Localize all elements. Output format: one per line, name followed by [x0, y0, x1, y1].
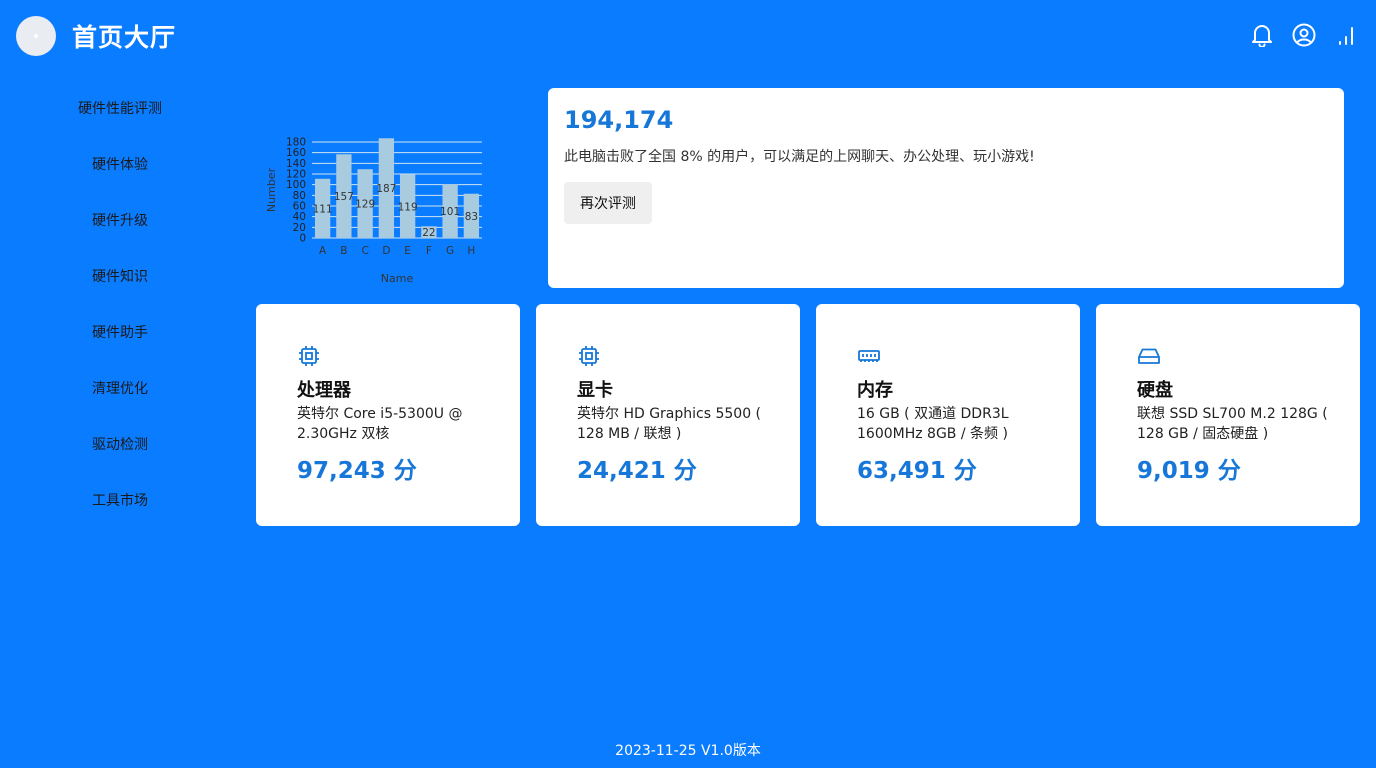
chart-x-tick-label: F — [426, 245, 432, 257]
gpu-card[interactable]: 显卡 英特尔 HD Graphics 5500 ( 128 MB / 联想 ) … — [536, 304, 800, 526]
avatar[interactable] — [16, 16, 56, 56]
chart-x-tick-label: E — [404, 245, 411, 257]
sidebar-item-driver-check[interactable]: 驱动检测 — [0, 416, 240, 472]
hardware-score: 63,491 分 — [857, 458, 977, 484]
hardware-score: 97,243 分 — [297, 458, 417, 484]
sidebar-item-tool-market[interactable]: 工具市场 — [0, 472, 240, 528]
chart-data-label: 129 — [355, 199, 375, 211]
sidebar-item-upgrade[interactable]: 硬件升级 — [0, 192, 240, 248]
score-bar-chart: 0 20 40 60 80 100 120 140 160 180 111 A 157 B 129 C 187 D… — [262, 130, 498, 296]
disk-card[interactable]: 硬盘 联想 SSD SL700 M.2 128G ( 128 GB / 固态硬盘… — [1096, 304, 1360, 526]
header-actions — [1250, 22, 1358, 48]
hardware-detail: 英特尔 HD Graphics 5500 ( 128 MB / 联想 ) — [577, 406, 762, 442]
chart-y-tick-label: 20 — [293, 222, 306, 234]
cpu-icon — [297, 344, 321, 368]
hardware-detail: 英特尔 Core i5-5300U @ 2.30GHz 双核 — [297, 406, 463, 442]
chart-x-tick-label: D — [382, 245, 390, 257]
page-title: 首页大厅 — [72, 23, 177, 52]
sidebar-item-knowledge[interactable]: 硬件知识 — [0, 248, 240, 304]
chart-data-label: 101 — [440, 206, 460, 218]
chart-x-tick-label: B — [340, 245, 347, 257]
sidebar-item-performance-test[interactable]: 硬件性能评测 — [0, 80, 240, 136]
hardware-name: 硬盘 — [1137, 380, 1173, 401]
hardware-name: 内存 — [857, 380, 893, 401]
version-footer: 2023-11-25 V1.0版本 — [615, 743, 761, 759]
chart-data-label: 187 — [376, 183, 396, 195]
chart-y-tick-label: 120 — [286, 169, 306, 181]
chart-y-tick-label: 100 — [286, 179, 306, 191]
sidebar-nav: 硬件性能评测 硬件体验 硬件升级 硬件知识 硬件助手 清理优化 驱动检测 工具市… — [0, 80, 240, 528]
signal-icon[interactable] — [1334, 22, 1358, 48]
chart-data-label: 119 — [398, 201, 418, 213]
chart-data-label: 111 — [313, 203, 333, 215]
hardware-detail: 联想 SSD SL700 M.2 128G ( 128 GB / 固态硬盘 ) — [1137, 406, 1328, 442]
chart-y-tick-label: 0 — [299, 233, 306, 245]
chart-x-axis-label: Name — [381, 272, 414, 285]
chart-y-axis-label: Number — [265, 167, 278, 212]
avatar-dot — [34, 34, 38, 38]
chart-y-tick-label: 160 — [286, 147, 306, 159]
memory-card[interactable]: 内存 16 GB ( 双通道 DDR3L 1600MHz 8GB / 条频 ) … — [816, 304, 1080, 526]
retest-button[interactable]: 再次评测 — [564, 182, 652, 224]
chart-y-tick-label: 80 — [293, 190, 306, 202]
score-card: 194,174 此电脑击败了全国 8% 的用户，可以满足的上网聊天、办公处理、玩… — [548, 88, 1344, 288]
sidebar-item-assistant[interactable]: 硬件助手 — [0, 304, 240, 360]
hardware-name: 处理器 — [297, 380, 351, 401]
chart-svg: 020406080100120140160180 111 A 157 B 129 C 187 D… — [265, 137, 482, 285]
hardware-score: 24,421 分 — [577, 458, 697, 484]
hardware-detail: 16 GB ( 双通道 DDR3L 1600MHz 8GB / 条频 ) — [857, 406, 1009, 442]
chart-x-tick-label: H — [467, 245, 475, 257]
score-description: 此电脑击败了全国 8% 的用户，可以满足的上网聊天、办公处理、玩小游戏! — [564, 149, 1035, 165]
chart-x-tick-label: A — [319, 245, 327, 257]
chart-y-tick-label: 180 — [286, 137, 306, 149]
chart-data-label: 22 — [422, 227, 435, 239]
user-circle-icon[interactable] — [1292, 22, 1316, 48]
sidebar-item-cleanup[interactable]: 清理优化 — [0, 360, 240, 416]
hard-drive-icon — [1137, 344, 1161, 368]
memory-icon — [857, 344, 881, 368]
hardware-score: 9,019 分 — [1137, 458, 1241, 484]
sidebar-item-experience[interactable]: 硬件体验 — [0, 136, 240, 192]
chart-x-tick-label: G — [446, 245, 454, 257]
cpu-card[interactable]: 处理器 英特尔 Core i5-5300U @ 2.30GHz 双核 97,24… — [256, 304, 520, 526]
chart-x-tick-label: C — [361, 245, 368, 257]
gpu-chip-icon — [577, 344, 601, 368]
chart-data-label: 157 — [334, 191, 354, 203]
total-score: 194,174 — [564, 106, 674, 134]
chart-y-tick-label: 60 — [293, 201, 306, 213]
bell-icon[interactable] — [1250, 22, 1274, 48]
chart-y-tick-label: 140 — [286, 158, 306, 170]
app-header: 首页大厅 — [0, 0, 1376, 72]
hardware-name: 显卡 — [577, 380, 613, 401]
chart-y-tick-label: 40 — [293, 211, 306, 223]
chart-data-label: 83 — [465, 211, 478, 223]
